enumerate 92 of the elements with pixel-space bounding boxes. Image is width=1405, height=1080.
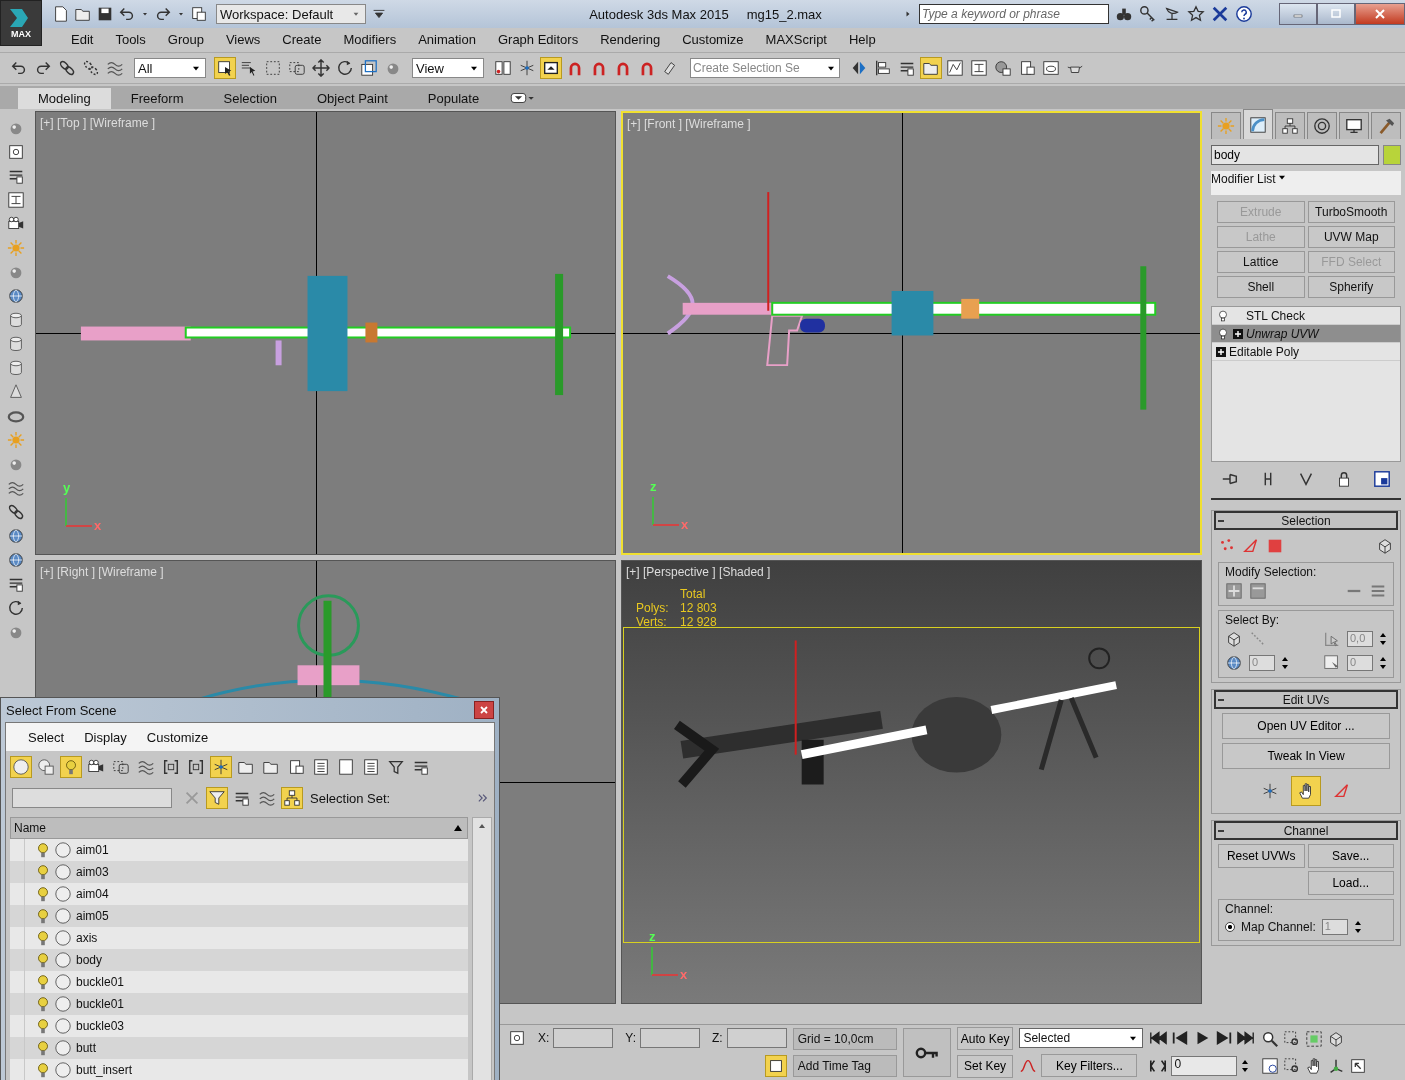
rollout-header[interactable]: Edit UVs [1214,690,1398,709]
stack-item[interactable]: Editable Poly [1212,343,1400,361]
rollout-button[interactable]: Tweak In View [1222,743,1390,769]
menu-item[interactable]: Animation [407,31,487,47]
add-time-tag-button[interactable]: Add Time Tag [792,1055,897,1078]
selection-set-label: Selection Set: [310,790,392,806]
object-name-field[interactable]: body [1211,145,1379,165]
save-button[interactable]: Save... [1307,844,1394,868]
column-header[interactable]: Name [10,817,468,839]
key-mode-dropdown[interactable]: Selected [1019,1028,1144,1048]
search-field[interactable]: Type a keyword or phrase [919,4,1109,24]
axis-label: z [649,929,656,944]
group-label: Modify Selection: [1225,565,1318,579]
reference-coordinate-dropdown[interactable]: View [412,58,484,78]
modifier-button[interactable]: UVW Map [1307,226,1395,248]
axis-label: x [681,517,689,532]
rollout-button[interactable]: Open UV Editor ... [1222,713,1390,739]
window-title: Autodesk 3ds Max 2015 [589,6,729,22]
menu-item[interactable]: MAXScript [754,31,838,47]
stats-label: Polys: [636,601,670,615]
menu-item[interactable]: Graph Editors [486,31,590,47]
file-name: mg15_2.max [746,6,822,22]
viewport-label[interactable]: [+] [Perspective ] [Shaded ] [626,565,771,579]
stats-label: Verts: [636,615,668,629]
key-filters-button[interactable]: Key Filters... [1041,1054,1138,1077]
selection-filter-dropdown[interactable]: All [134,58,206,78]
ribbon-tab[interactable]: Freeform [110,88,204,109]
menu-item[interactable]: Edit [60,31,105,47]
menu-item[interactable]: Display [74,729,137,745]
rollout-title: Edit UVs [1281,692,1331,707]
stats-value: 12 928 [680,615,717,629]
workspace-dropdown[interactable]: Workspace: Default [216,4,366,24]
menu-item[interactable]: Group [156,31,215,47]
stack-item[interactable]: Unwrap UVW [1212,325,1400,343]
modifier-button[interactable]: Shell [1217,276,1305,298]
ribbon-tab[interactable]: Selection [203,88,297,109]
rollout-header[interactable]: Selection [1214,511,1398,530]
object-name[interactable]: buckle01 [76,975,125,989]
stats-value: 12 803 [680,601,717,615]
application-button[interactable]: MAX [0,0,42,46]
load-button[interactable]: Load... [1307,871,1394,895]
axis-label: x [94,518,102,533]
menu-item[interactable]: Views [214,31,272,47]
stack-label: Editable Poly [1229,344,1300,359]
ribbon-tab[interactable]: Object Paint [297,88,408,109]
group-label: Select By: [1225,613,1281,627]
menu-item[interactable]: Select [18,729,75,745]
object-name[interactable]: buckle03 [76,1019,125,1033]
stats-heading: Total [680,587,707,601]
axis-label: z [650,479,657,494]
object-name[interactable]: axis [76,931,98,945]
axis-label: x [680,967,688,982]
auto-key-button[interactable]: Auto Key [956,1027,1014,1051]
stack-label: Unwrap UVW [1246,326,1319,341]
menu-item[interactable]: Rendering [589,31,672,47]
ribbon-tab[interactable]: Modeling [18,88,111,109]
rollout-title: Selection [1280,513,1332,528]
current-frame-field[interactable]: 0 [1171,1055,1238,1076]
grid-size-display: Grid = 10,0cm [792,1027,897,1050]
rollout-header[interactable]: Channel [1214,821,1398,840]
object-name[interactable]: butt [76,1041,96,1055]
modifier-list-dropdown[interactable]: Modifier List [1211,171,1401,195]
modifier-button[interactable]: Lattice [1217,251,1305,273]
coordinate-label: X: [538,1031,550,1046]
menu-item[interactable]: Create [271,31,333,47]
rollout-title: Channel [1282,823,1330,838]
object-name[interactable]: buckle01 [76,997,125,1011]
object-name[interactable]: butt_insert [76,1063,133,1077]
ribbon-tab[interactable]: Populate [407,88,500,109]
reset-uvws-button[interactable]: Reset UVWs [1218,844,1305,868]
dialog-title: Select From Scene [6,702,117,718]
coordinate-label: Z: [712,1031,723,1046]
radio-label: Map Channel: [1241,920,1316,934]
menu-item[interactable]: Customize [671,31,755,47]
group-label: Channel: [1225,902,1275,916]
object-name[interactable]: aim01 [76,843,109,857]
menu-item[interactable]: Help [838,31,887,47]
object-name[interactable]: aim05 [76,909,109,923]
object-name[interactable]: aim03 [76,865,109,879]
object-name[interactable]: body [76,953,103,967]
menu-item[interactable]: Tools [104,31,157,47]
set-key-mode-button[interactable]: Set Key [956,1054,1014,1078]
menu-item[interactable]: Modifiers [332,31,408,47]
modifier-button[interactable]: Spherify [1307,276,1395,298]
stack-label: STL Check [1246,308,1305,323]
object-name[interactable]: aim04 [76,887,109,901]
coordinate-label: Y: [625,1031,637,1046]
named-selection-dropdown[interactable]: Create Selection Se [690,58,840,78]
viewport[interactable]: [+] [Perspective ] [Shaded ] Total Polys: 12 803 Verts: 12 928 z x [621,560,1202,1004]
axis-label: y [63,480,71,495]
modifier-button[interactable]: TurboSmooth [1307,201,1395,223]
menu-item[interactable]: Customize [136,729,219,745]
